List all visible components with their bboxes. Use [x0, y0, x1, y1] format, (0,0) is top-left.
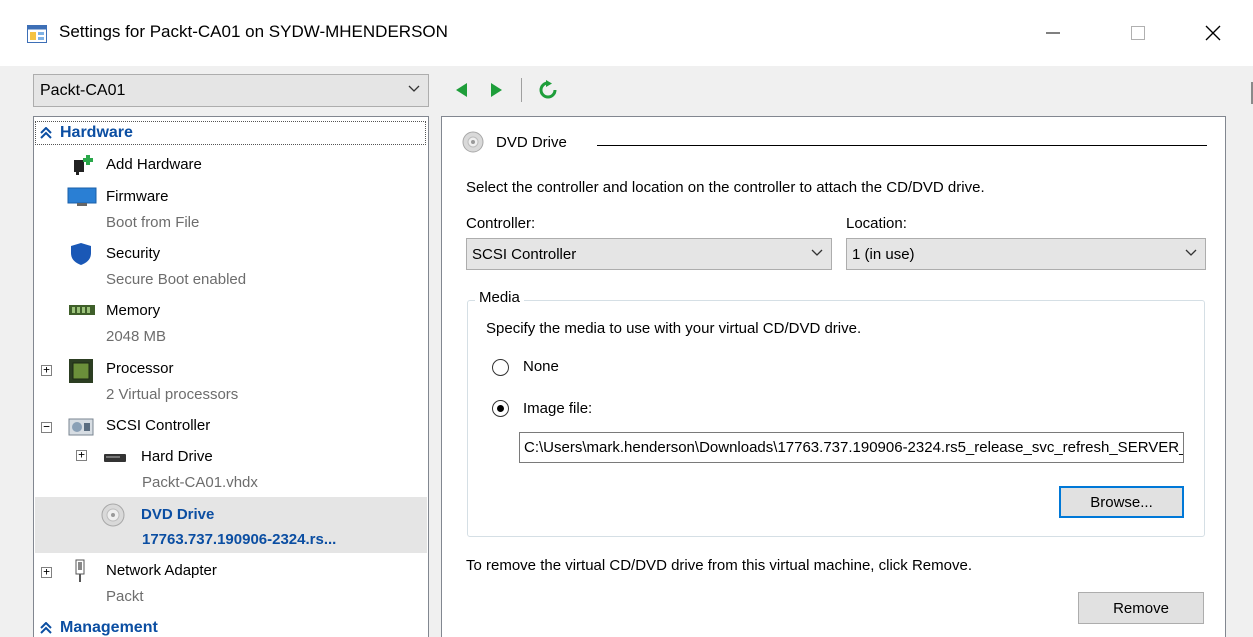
media-group-label: Media	[475, 289, 524, 306]
none-radio[interactable]	[492, 359, 509, 376]
section-header: DVD Drive	[462, 131, 567, 153]
next-arrow-icon[interactable]	[486, 80, 506, 100]
details-pane: DVD Drive Select the controller and loca…	[441, 116, 1226, 637]
controller-description: Select the controller and location on th…	[466, 179, 985, 196]
collapse-chevrons-icon[interactable]	[40, 127, 52, 139]
minimize-button[interactable]	[1030, 16, 1076, 50]
controller-label: Controller:	[466, 215, 536, 232]
network-adapter-detail: Packt	[106, 588, 144, 605]
hardware-category[interactable]: Hardware	[60, 124, 133, 142]
section-divider	[597, 145, 1207, 146]
management-category[interactable]: Management	[60, 619, 158, 637]
maximize-button[interactable]	[1115, 16, 1161, 50]
remove-button[interactable]: Remove	[1078, 592, 1204, 624]
location-select-value: 1 (in use)	[852, 246, 915, 263]
title-bar: Settings for Packt-CA01 on SYDW-MHENDERS…	[0, 0, 1253, 66]
image-file-radio[interactable]	[492, 400, 509, 417]
tree-item-network-adapter[interactable]: Network Adapter	[106, 562, 217, 579]
add-hardware-icon	[74, 155, 93, 175]
network-expander-icon[interactable]: +	[41, 566, 52, 578]
close-icon	[1205, 25, 1221, 41]
tree-item-add-hardware[interactable]: Add Hardware	[106, 156, 202, 173]
vm-selector-value: Packt-CA01	[40, 82, 126, 99]
processor-icon	[69, 359, 93, 383]
close-button[interactable]	[1190, 16, 1236, 50]
scsi-icon	[68, 418, 94, 436]
processor-detail: 2 Virtual processors	[106, 386, 239, 403]
monitor-icon	[67, 187, 97, 206]
dvd-icon	[101, 503, 125, 527]
firmware-detail: Boot from File	[106, 214, 200, 231]
settings-window-icon	[27, 25, 47, 43]
tree-item-scsi-controller[interactable]: SCSI Controller	[106, 417, 210, 434]
hard-drive-icon	[104, 454, 126, 462]
vm-selector[interactable]: Packt-CA01	[33, 74, 429, 107]
media-description: Specify the media to use with your virtu…	[486, 320, 862, 337]
processor-expander-icon[interactable]: +	[41, 364, 52, 376]
refresh-icon[interactable]	[538, 80, 558, 100]
tree-item-security[interactable]: Security	[106, 245, 160, 262]
memory-icon	[69, 305, 95, 315]
dvd-drive-detail: 17763.737.190906-2324.rs...	[142, 531, 337, 548]
image-file-path-input[interactable]: C:\Users\mark.henderson\Downloads\17763.…	[519, 432, 1184, 463]
tree-item-firmware[interactable]: Firmware	[106, 188, 169, 205]
chevron-down-icon	[811, 249, 823, 256]
settings-tree[interactable]: Hardware Add Hardware Firmware Boot from…	[33, 116, 429, 637]
hard-drive-expander-icon[interactable]: +	[76, 449, 87, 461]
network-adapter-icon	[75, 559, 85, 582]
window-title: Settings for Packt-CA01 on SYDW-MHENDERS…	[59, 22, 448, 41]
remove-instructions: To remove the virtual CD/DVD drive from …	[466, 557, 972, 574]
dvd-icon	[462, 131, 484, 153]
previous-arrow-icon[interactable]	[452, 80, 472, 100]
hard-drive-detail: Packt-CA01.vhdx	[142, 474, 258, 491]
shield-icon	[71, 243, 91, 265]
section-title: DVD Drive	[496, 133, 567, 151]
controller-select[interactable]: SCSI Controller	[466, 238, 832, 270]
location-select[interactable]: 1 (in use)	[846, 238, 1206, 270]
browse-button[interactable]: Browse...	[1059, 486, 1184, 518]
tree-item-memory[interactable]: Memory	[106, 302, 160, 319]
tree-item-dvd-drive[interactable]: DVD Drive	[141, 506, 214, 523]
controller-select-value: SCSI Controller	[472, 246, 577, 263]
location-label: Location:	[846, 215, 907, 232]
memory-detail: 2048 MB	[106, 328, 167, 345]
tree-item-hard-drive[interactable]: Hard Drive	[141, 448, 213, 465]
collapse-chevrons-icon[interactable]	[40, 622, 52, 634]
chevron-down-icon	[408, 85, 420, 92]
toolbar-separator	[521, 78, 522, 102]
scsi-expander-icon[interactable]: −	[41, 421, 52, 433]
chevron-down-icon	[1185, 249, 1197, 256]
security-detail: Secure Boot enabled	[106, 271, 247, 288]
tree-item-processor[interactable]: Processor	[106, 360, 174, 377]
none-radio-label[interactable]: None	[523, 358, 559, 375]
minimize-icon	[1046, 32, 1060, 34]
image-file-radio-label[interactable]: Image file:	[523, 400, 592, 417]
maximize-icon	[1131, 26, 1145, 40]
